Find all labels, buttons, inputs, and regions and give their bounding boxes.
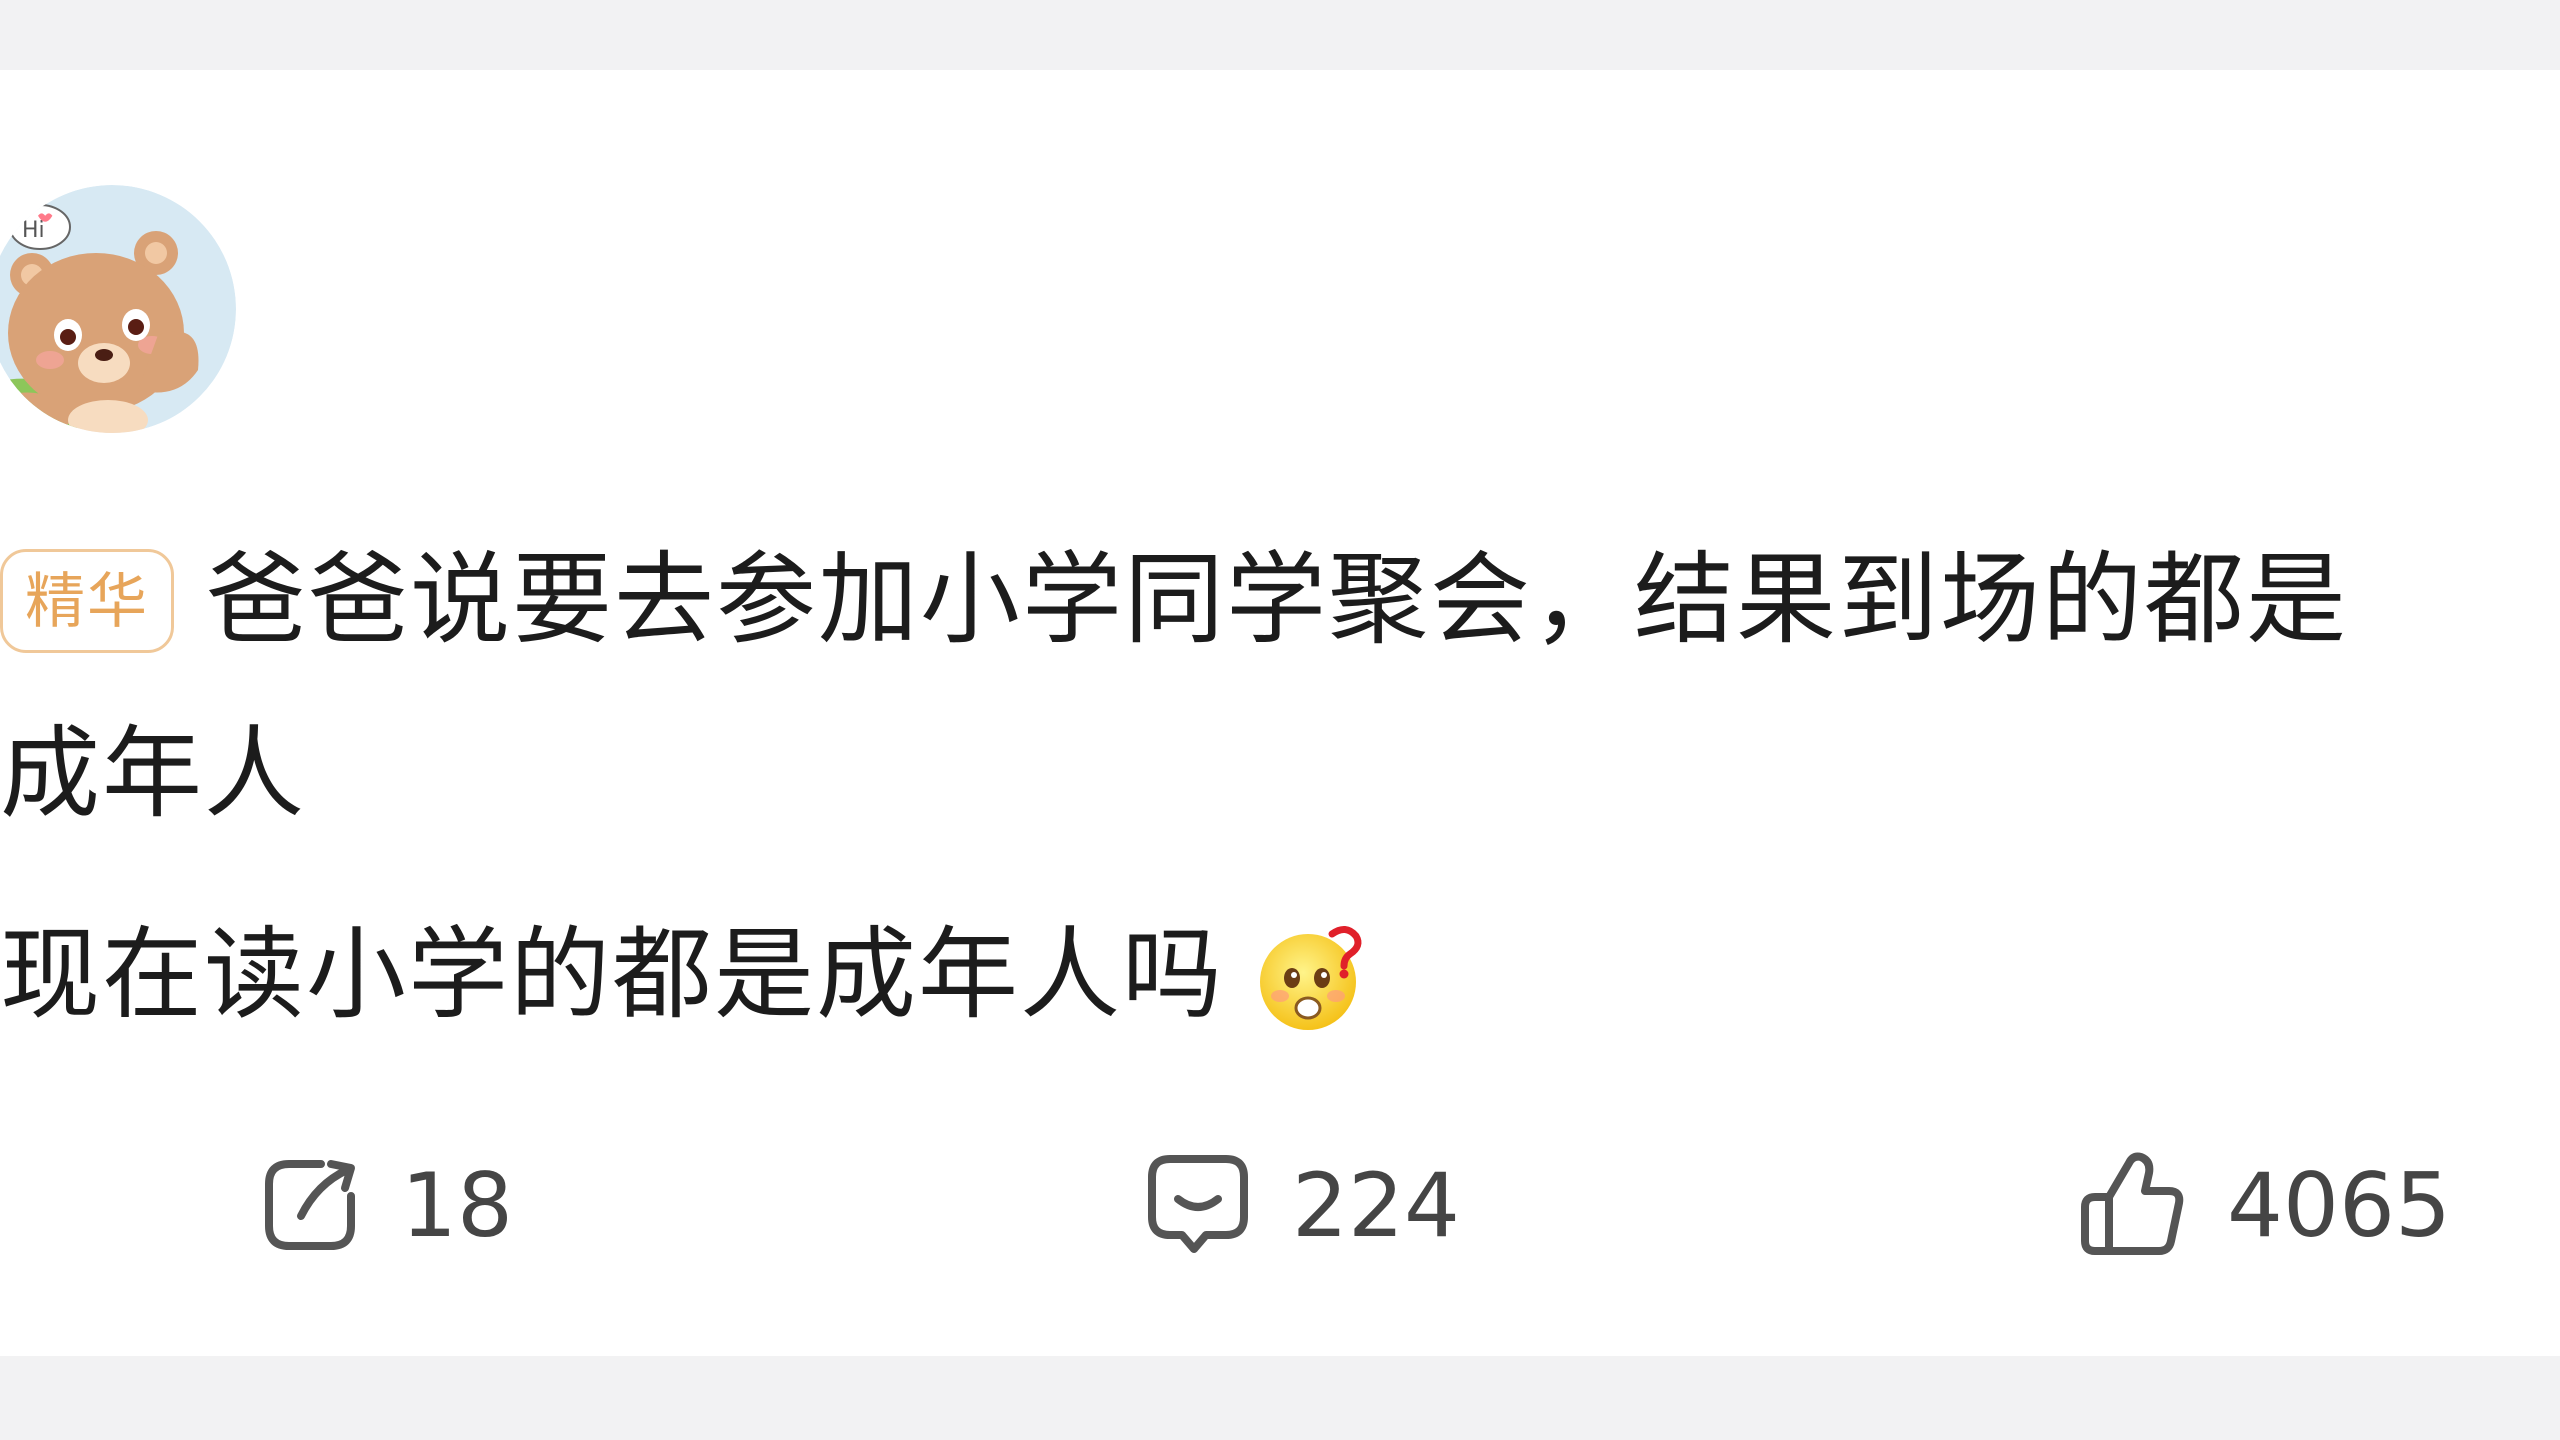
post-title-line-1[interactable]: 精华 爸爸说要去参加小学同学聚会，结果到场的都是: [0, 540, 2560, 660]
share-icon: [265, 1160, 355, 1250]
post-title-text: 爸爸说要去参加小学同学聚会，结果到场的都是: [206, 541, 2348, 658]
share-count: 18: [401, 1153, 513, 1257]
post-body-text: 现在读小学的都是成年人吗: [0, 916, 1224, 1033]
post-title-text-continued: 成年人: [0, 715, 306, 832]
comment-button[interactable]: 224: [1140, 1140, 1460, 1270]
comment-icon: [1148, 1155, 1248, 1253]
like-button[interactable]: 4065: [2075, 1140, 2451, 1270]
svg-text:Hi: Hi: [22, 218, 45, 243]
bottom-separator: [0, 1356, 2560, 1440]
comment-count: 224: [1292, 1153, 1460, 1257]
top-separator: [0, 0, 2560, 70]
post-title-line-2[interactable]: 成年人: [0, 714, 306, 834]
thinking-emoji-icon: [1254, 920, 1370, 1036]
post-body[interactable]: 现在读小学的都是成年人吗: [0, 915, 1370, 1040]
featured-badge: 精华: [0, 548, 174, 653]
thumbs-up-icon: [2081, 1152, 2184, 1255]
share-button[interactable]: 18: [255, 1140, 513, 1270]
like-count: 4065: [2227, 1153, 2451, 1257]
